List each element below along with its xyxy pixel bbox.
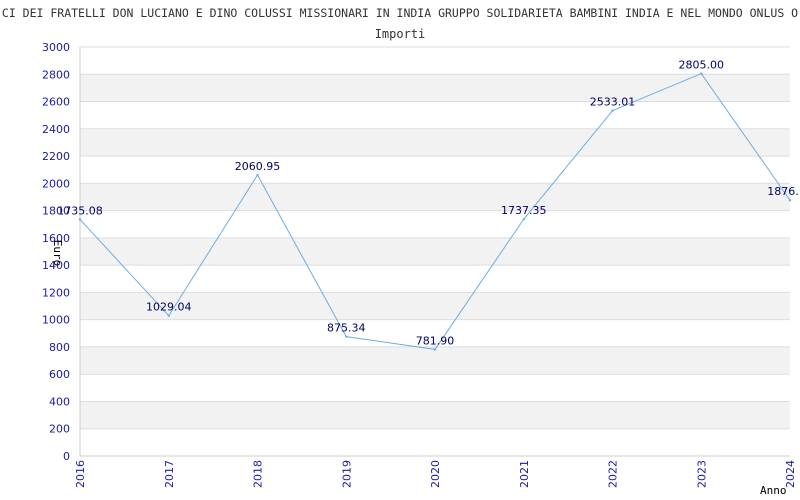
data-label: 2805.00: [679, 59, 725, 72]
data-label: 2060.95: [235, 160, 281, 173]
data-label: 1029.04: [146, 301, 192, 314]
data-label: 1737.35: [501, 204, 547, 217]
y-tick-label: 1200: [42, 286, 70, 299]
y-tick-label: 0: [63, 450, 70, 463]
line-chart: 0200400600800100012001400160018002000220…: [2, 6, 800, 497]
y-tick-label: 2200: [42, 150, 70, 163]
data-point: [611, 109, 614, 112]
data-point: [700, 72, 703, 75]
grid-band: [80, 346, 790, 375]
data-point: [433, 348, 437, 351]
x-tick-labels: 2016 2017 2018 2019 2020 2021 2022 2023 2024: [74, 460, 797, 488]
grid-band: [80, 401, 790, 429]
y-tick-label: 2000: [42, 177, 70, 190]
grid-bands: [80, 74, 790, 429]
data-point: [788, 199, 792, 202]
data-label: 2533.01: [590, 96, 636, 109]
data-point: [78, 218, 82, 221]
y-tick-label: 1000: [42, 314, 70, 327]
y-tick-label: 200: [49, 423, 70, 436]
y-tick-label: 800: [49, 341, 70, 354]
x-tick-label: 2023: [695, 460, 708, 488]
grid-band: [80, 74, 790, 102]
y-tick-label: 2800: [42, 68, 70, 81]
data-label: 1735.08: [57, 204, 103, 217]
x-tick-label: 2018: [252, 460, 265, 488]
grid-band: [80, 128, 790, 157]
data-point: [522, 217, 525, 221]
x-tick-label: 2021: [518, 460, 531, 488]
data-label: 875.34: [327, 322, 366, 335]
x-tick-label: 2020: [429, 460, 442, 488]
data-point: [345, 335, 348, 338]
y-tick-label: 2600: [42, 96, 70, 109]
y-tick-label: 2400: [42, 123, 70, 136]
grid-band: [80, 183, 790, 211]
y-tick-label: 600: [49, 368, 70, 381]
data-point: [256, 173, 259, 177]
y-tick-label: 400: [49, 395, 70, 408]
y-tick-label: 3000: [42, 41, 70, 54]
x-tick-label: 2019: [340, 460, 353, 488]
data-label: 1876.10: [767, 185, 800, 198]
grid-band: [80, 237, 790, 266]
x-tick-label: 2017: [163, 460, 176, 488]
y-axis-title: Euro: [51, 240, 64, 267]
chart-subtitle: Importi: [375, 27, 426, 41]
data-point: [167, 314, 170, 317]
x-tick-label: 2016: [74, 460, 87, 488]
x-axis-title: Anno: [760, 484, 787, 497]
x-tick-label: 2022: [607, 460, 620, 488]
chart-title: CI DEI FRATELLI DON LUCIANO E DINO COLUS…: [2, 6, 798, 20]
data-label: 781.90: [416, 334, 455, 347]
